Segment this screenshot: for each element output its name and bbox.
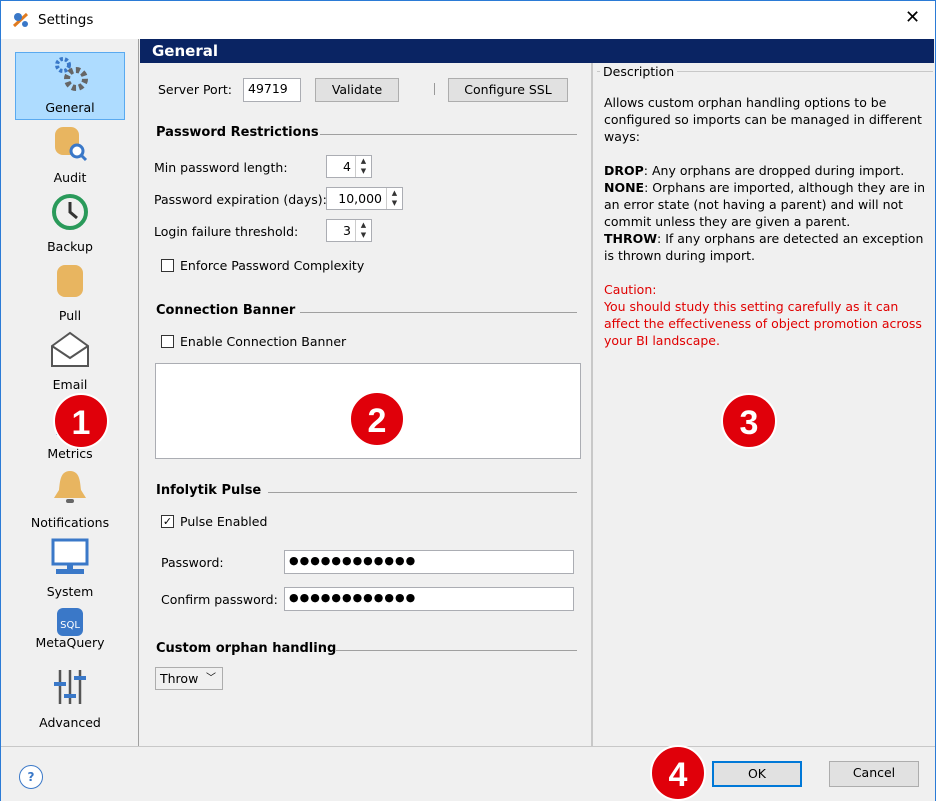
sidebar-item-label: General — [45, 100, 95, 115]
password-expiration-label: Password expiration (days): — [154, 192, 327, 207]
sidebar-item-general[interactable]: General — [15, 52, 125, 120]
password-input[interactable]: ●●●●●●●●●●●● — [284, 550, 574, 574]
gears-icon — [55, 57, 88, 91]
annotation-badge-1: 1 — [53, 393, 109, 449]
sidebar-item-label: MetaQuery — [35, 635, 105, 650]
help-icon[interactable]: ? — [19, 765, 43, 789]
database-search-icon — [55, 127, 88, 162]
sidebar-item-metaquery[interactable]: SQL MetaQuery — [15, 604, 125, 654]
drop-key: DROP — [604, 163, 644, 178]
window-title: Settings — [38, 12, 94, 28]
caution-text: You should study this setting carefully … — [604, 299, 922, 348]
sidebar-item-label: System — [46, 584, 94, 599]
orphan-handling-heading: Custom orphan handling — [156, 641, 337, 656]
sidebar-item-label: Backup — [47, 239, 93, 254]
pulse-heading: Infolytik Pulse — [156, 483, 262, 498]
connection-banner-heading: Connection Banner — [156, 303, 296, 318]
enforce-complexity-label: Enforce Password Complexity — [180, 258, 365, 273]
validate-button[interactable]: Validate — [315, 78, 399, 102]
footer: ? OK Cancel — [1, 746, 935, 801]
chevron-down-icon: ﹀ — [206, 673, 216, 684]
history-clock-icon — [52, 194, 88, 230]
sidebar-item-pull[interactable]: Pull — [15, 259, 125, 327]
stepper-value: 10,000 — [338, 191, 382, 206]
svg-text:SQL: SQL — [60, 620, 80, 631]
password-restrictions-heading: Password Restrictions — [156, 125, 319, 140]
app-icon — [12, 12, 29, 28]
login-failure-label: Login failure threshold: — [154, 224, 299, 239]
settings-window: Settings ✕ General Audit Backup Pull Ema… — [0, 0, 936, 801]
sidebar-item-email[interactable]: Email — [15, 328, 125, 396]
sidebar: General Audit Backup Pull Email Metrics … — [1, 39, 139, 746]
enforce-complexity-checkbox[interactable] — [161, 259, 174, 272]
throw-key: THROW — [604, 231, 658, 246]
enable-banner-label: Enable Connection Banner — [180, 334, 347, 349]
cancel-button[interactable]: Cancel — [829, 761, 919, 787]
password-label: Password: — [161, 555, 224, 570]
enable-banner-checkbox[interactable] — [161, 335, 174, 348]
configure-ssl-button[interactable]: Configure SSL — [448, 78, 568, 102]
min-password-length-stepper[interactable]: 4 ▲ ▼ — [326, 155, 372, 178]
sidebar-item-backup[interactable]: Backup — [15, 190, 125, 258]
sidebar-item-label: Metrics — [47, 446, 93, 461]
page-title: General — [140, 39, 934, 63]
none-text: : Orphans are imported, although they ar… — [604, 180, 926, 229]
sql-database-icon: SQL — [57, 608, 83, 636]
title-bar: Settings ✕ — [1, 1, 935, 39]
pulse-enabled-label: Pulse Enabled — [180, 514, 268, 529]
sidebar-item-label: Pull — [58, 308, 82, 323]
separator — [434, 83, 435, 95]
ok-button[interactable]: OK — [712, 761, 802, 787]
none-key: NONE — [604, 180, 645, 195]
stepper-arrows-icon[interactable]: ▲ ▼ — [386, 188, 402, 209]
envelope-icon — [51, 331, 89, 367]
description-intro: Allows custom orphan handling options to… — [604, 95, 922, 144]
sidebar-item-label: Advanced — [39, 715, 101, 730]
database-icon — [57, 265, 83, 297]
confirm-password-label: Confirm password: — [161, 592, 278, 607]
sidebar-item-system[interactable]: System — [15, 535, 125, 603]
min-password-length-label: Min password length: — [154, 160, 288, 175]
sidebar-item-advanced[interactable]: Advanced — [15, 666, 125, 734]
annotation-badge-3: 3 — [721, 393, 777, 449]
stepper-arrows-icon[interactable]: ▲ ▼ — [355, 156, 371, 177]
sidebar-item-notifications[interactable]: Notifications — [15, 466, 125, 534]
bell-icon — [54, 471, 86, 503]
drop-text: : Any orphans are dropped during import. — [643, 163, 905, 178]
server-port-input[interactable]: 49719 — [243, 78, 301, 102]
orphan-handling-select[interactable]: Throw ﹀ — [155, 667, 223, 690]
stepper-value: 4 — [343, 159, 351, 174]
caution-title: Caution: — [604, 282, 657, 297]
sidebar-item-label: Email — [52, 377, 88, 392]
password-expiration-stepper[interactable]: 10,000 ▲ ▼ — [326, 187, 403, 210]
close-icon[interactable]: ✕ — [905, 7, 920, 28]
stepper-arrows-icon[interactable]: ▲ ▼ — [355, 220, 371, 241]
sidebar-item-label: Notifications — [30, 515, 110, 530]
pulse-enabled-checkbox[interactable]: ✓ — [161, 515, 174, 528]
sliders-icon — [54, 670, 86, 704]
login-failure-stepper[interactable]: 3 ▲ ▼ — [326, 219, 372, 242]
confirm-password-input[interactable]: ●●●●●●●●●●●● — [284, 587, 574, 611]
description-title: Description — [600, 64, 678, 79]
sidebar-item-audit[interactable]: Audit — [15, 121, 125, 189]
annotation-badge-2: 2 — [349, 391, 405, 447]
monitor-icon — [51, 538, 89, 574]
sidebar-item-label: Audit — [53, 170, 87, 185]
stepper-value: 3 — [343, 223, 351, 238]
select-value: Throw — [160, 671, 199, 686]
server-port-label: Server Port: — [158, 82, 232, 97]
annotation-badge-4: 4 — [650, 745, 706, 801]
